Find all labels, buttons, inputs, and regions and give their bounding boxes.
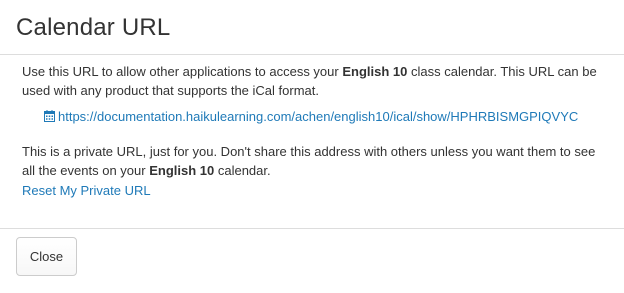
intro-text: Use this URL to allow other applications… <box>22 62 608 100</box>
dialog-title: Calendar URL <box>16 14 171 41</box>
class-name: English 10 <box>342 64 408 79</box>
intro-text-part1: Use this URL to allow other applications… <box>22 64 343 79</box>
calendar-icon <box>44 108 55 127</box>
calendar-url-line: https://documentation.haikulearning.com/… <box>44 107 578 127</box>
private-notice-part2: calendar. <box>214 163 271 178</box>
calendar-url-link[interactable]: https://documentation.haikulearning.com/… <box>58 109 578 124</box>
calendar-url-dialog: Calendar URL Use this URL to allow other… <box>0 0 624 293</box>
private-url-notice: This is a private URL, just for you. Don… <box>22 142 608 180</box>
class-name-notice: English 10 <box>149 163 215 178</box>
dialog-header: Calendar URL <box>0 0 624 55</box>
close-button[interactable]: Close <box>16 237 77 276</box>
private-notice-part1: This is a private URL, just for you. Don… <box>22 144 596 178</box>
dialog-footer: Close <box>0 228 624 293</box>
reset-private-url-link[interactable]: Reset My Private URL <box>22 181 151 200</box>
